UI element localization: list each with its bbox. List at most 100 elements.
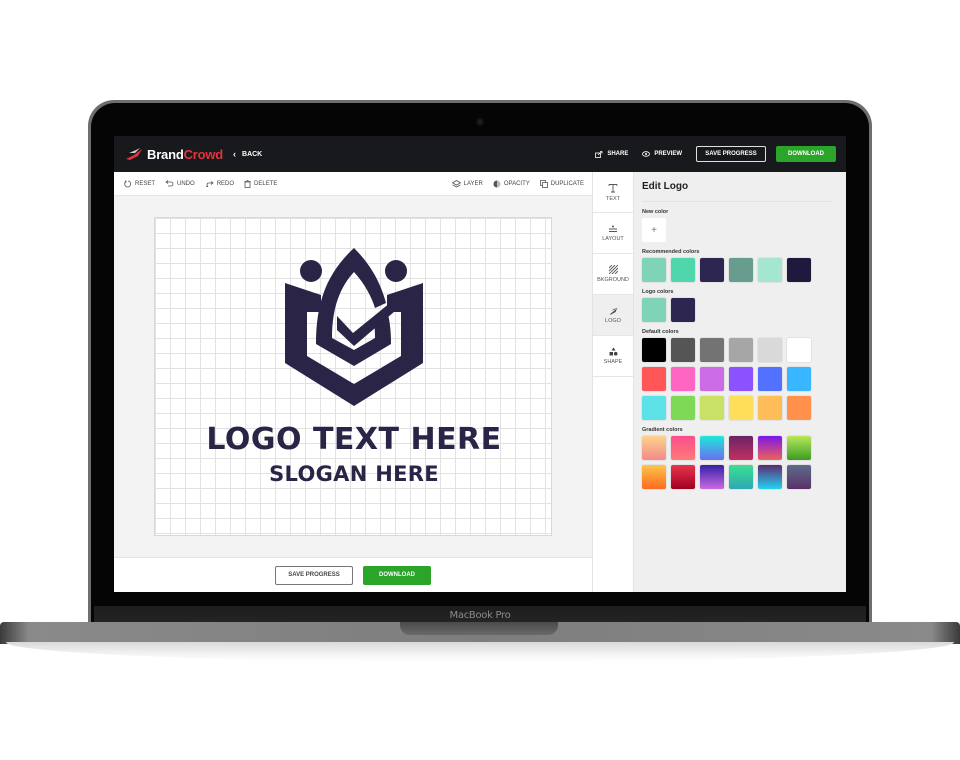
tab-text[interactable]: TEXT — [593, 172, 633, 213]
tab-background-label: BKGROUND — [597, 277, 629, 283]
canvas-area: LOGO TEXT HERE SLOGAN HERE — [114, 196, 592, 557]
logo-icon — [609, 307, 617, 314]
default-color-swatch[interactable] — [642, 338, 666, 362]
gradient-colors-label: Gradient colors — [642, 427, 683, 433]
side-tabs: TEXT LAYOUT BKGROUND LOGO SHAPE — [592, 172, 634, 592]
default-color-swatch[interactable] — [671, 396, 695, 420]
recommended-color-swatch[interactable] — [642, 258, 666, 282]
opacity-icon — [493, 180, 501, 187]
gradient-color-swatch[interactable] — [787, 465, 811, 489]
opacity-label: OPACITY — [503, 180, 530, 187]
default-color-swatch[interactable] — [787, 338, 811, 362]
top-bar: BrandCrowd ‹ BACK SHARE PREVIEW SAVE PRO… — [114, 136, 846, 172]
default-color-swatch[interactable] — [700, 396, 724, 420]
recommended-color-swatch[interactable] — [729, 258, 753, 282]
default-color-swatch[interactable] — [729, 338, 753, 362]
logo-text[interactable]: LOGO TEXT HERE — [155, 422, 553, 457]
preview-button[interactable]: PREVIEW — [642, 151, 682, 157]
duplicate-icon — [539, 179, 548, 188]
tab-logo[interactable]: LOGO — [593, 295, 633, 336]
shape-icon — [609, 347, 617, 356]
gradient-color-swatch[interactable] — [671, 436, 695, 460]
opacity-button[interactable]: OPACITY — [493, 180, 530, 188]
gradient-colors — [642, 436, 822, 494]
layer-label: LAYER — [463, 180, 483, 187]
delete-button[interactable]: DELETE — [244, 179, 277, 188]
gradient-color-swatch[interactable] — [700, 436, 724, 460]
bottom-save-progress-button[interactable]: SAVE PROGRESS — [275, 565, 353, 585]
bottom-download-button[interactable]: DOWNLOAD — [363, 565, 431, 585]
tab-logo-label: LOGO — [605, 317, 621, 324]
new-color-label: New color — [642, 209, 669, 215]
default-color-swatch[interactable] — [787, 367, 811, 391]
text-icon — [608, 183, 618, 192]
gradient-color-swatch[interactable] — [758, 436, 782, 460]
eye-icon — [642, 151, 651, 157]
undo-button[interactable]: UNDO — [165, 180, 195, 187]
logo-mark-icon[interactable] — [283, 246, 425, 408]
design-canvas[interactable]: LOGO TEXT HERE SLOGAN HERE — [154, 217, 552, 536]
redo-button[interactable]: REDO — [205, 180, 234, 187]
layer-button[interactable]: LAYER — [451, 179, 483, 188]
camera-icon — [476, 118, 484, 126]
logo-color-swatch[interactable] — [671, 298, 695, 322]
default-color-swatch[interactable] — [758, 338, 782, 362]
default-color-swatch[interactable] — [758, 367, 782, 391]
recommended-colors-label: Recommended colors — [642, 249, 700, 255]
gradient-color-swatch[interactable] — [642, 465, 666, 489]
gradient-color-swatch[interactable] — [642, 436, 666, 460]
duplicate-button[interactable]: DUPLICATE — [539, 179, 584, 188]
gradient-color-swatch[interactable] — [787, 436, 811, 460]
recommended-colors — [642, 258, 822, 287]
gradient-color-swatch[interactable] — [671, 465, 695, 489]
undo-icon — [165, 180, 174, 187]
default-color-swatch[interactable] — [642, 367, 666, 391]
gradient-color-swatch[interactable] — [729, 465, 753, 489]
background-icon — [608, 265, 618, 274]
tab-shape-label: SHAPE — [603, 359, 623, 365]
logo-color-swatch[interactable] — [642, 298, 666, 322]
default-color-swatch[interactable] — [729, 367, 753, 391]
default-color-swatch[interactable] — [729, 396, 753, 420]
logo-colors — [642, 298, 822, 327]
default-color-swatch[interactable] — [787, 396, 811, 420]
laptop-notch — [400, 622, 558, 635]
tab-layout-label: LAYOUT — [602, 235, 624, 242]
bottom-bar: SAVE PROGRESS DOWNLOAD — [114, 557, 592, 592]
default-color-swatch[interactable] — [700, 338, 724, 362]
reset-button[interactable]: RESET — [124, 179, 155, 188]
default-colors-label: Default colors — [642, 329, 679, 335]
recommended-color-swatch[interactable] — [671, 258, 695, 282]
recommended-color-swatch[interactable] — [758, 258, 782, 282]
gradient-color-swatch[interactable] — [729, 436, 753, 460]
tab-text-label: TEXT — [605, 195, 621, 202]
gradient-color-swatch[interactable] — [758, 465, 782, 489]
default-color-swatch[interactable] — [758, 396, 782, 420]
trash-icon — [244, 179, 251, 188]
brandcrowd-mark-icon — [126, 148, 142, 160]
back-button[interactable]: ‹ BACK — [233, 149, 262, 159]
recommended-color-swatch[interactable] — [787, 258, 811, 282]
tab-shape[interactable]: SHAPE — [593, 336, 633, 377]
app-screen: BrandCrowd ‹ BACK SHARE PREVIEW SAVE PRO… — [114, 136, 846, 592]
download-button[interactable]: DOWNLOAD — [776, 146, 836, 162]
tab-background[interactable]: BKGROUND — [593, 254, 633, 295]
save-progress-button[interactable]: SAVE PROGRESS — [696, 146, 766, 162]
back-label: BACK — [242, 150, 263, 158]
slogan-text[interactable]: SLOGAN HERE — [155, 462, 553, 486]
default-colors — [642, 338, 822, 425]
redo-icon — [205, 181, 214, 187]
default-color-swatch[interactable] — [671, 367, 695, 391]
logo-colors-label: Logo colors — [642, 289, 674, 295]
tab-layout[interactable]: LAYOUT — [593, 213, 633, 254]
gradient-color-swatch[interactable] — [700, 465, 724, 489]
redo-label: REDO — [216, 180, 235, 187]
default-color-swatch[interactable] — [671, 338, 695, 362]
share-button[interactable]: SHARE — [595, 150, 628, 158]
layer-icon — [451, 179, 461, 187]
default-color-swatch[interactable] — [700, 367, 724, 391]
recommended-color-swatch[interactable] — [700, 258, 724, 282]
add-color-button[interactable]: + — [642, 218, 666, 242]
brand-logo[interactable]: BrandCrowd — [124, 147, 223, 162]
default-color-swatch[interactable] — [642, 396, 666, 420]
